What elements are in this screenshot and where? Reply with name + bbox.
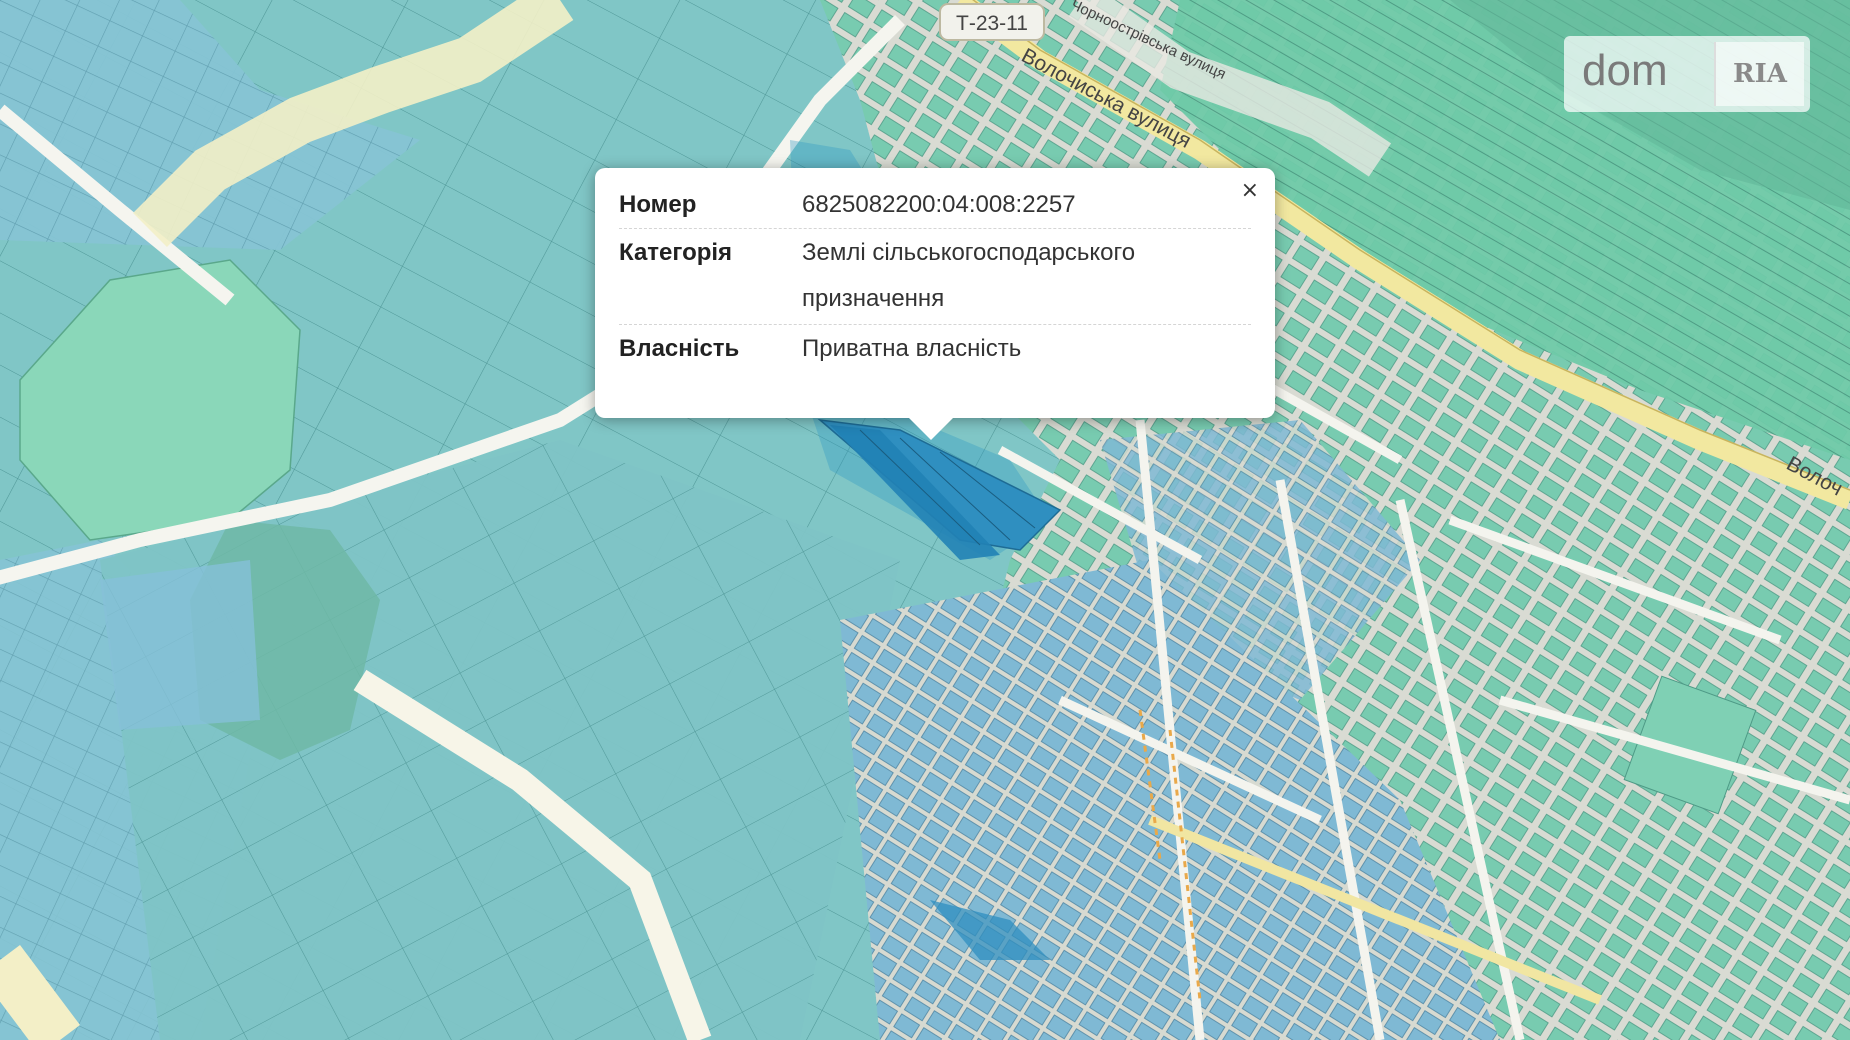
watermark-ria-logo: RIA (1714, 42, 1804, 106)
popup-row-category: Категорія Землі сільськогосподарського п… (619, 230, 1251, 325)
land-category-line2: призначення (802, 285, 945, 312)
cadastral-number: 6825082200:04:008:2257 (802, 191, 1076, 218)
watermark-dom: dom (1582, 46, 1668, 95)
parcel-info-popup: × Номер 6825082200:04:008:2257 Категорія… (595, 168, 1275, 440)
land-category-line1: Землі сільськогосподарського (802, 239, 1136, 266)
popup-row-number: Номер 6825082200:04:008:2257 (619, 182, 1251, 229)
road-badge-label: Т-23-11 (956, 12, 1028, 35)
popup-label-ownership: Власність (619, 335, 740, 362)
ownership-type: Приватна власність (802, 335, 1022, 362)
popup-label-category: Категорія (619, 239, 733, 266)
domria-watermark: dom RIA (1564, 36, 1810, 112)
popup-row-ownership: Власність Приватна власність (619, 326, 1251, 374)
cadastral-map[interactable]: Т-23-11 Волочиська вулиця Чорноострівськ… (0, 0, 1850, 1040)
popup-label-number: Номер (619, 191, 697, 218)
land-category: Землі сільськогосподарського призначення (802, 230, 1251, 324)
